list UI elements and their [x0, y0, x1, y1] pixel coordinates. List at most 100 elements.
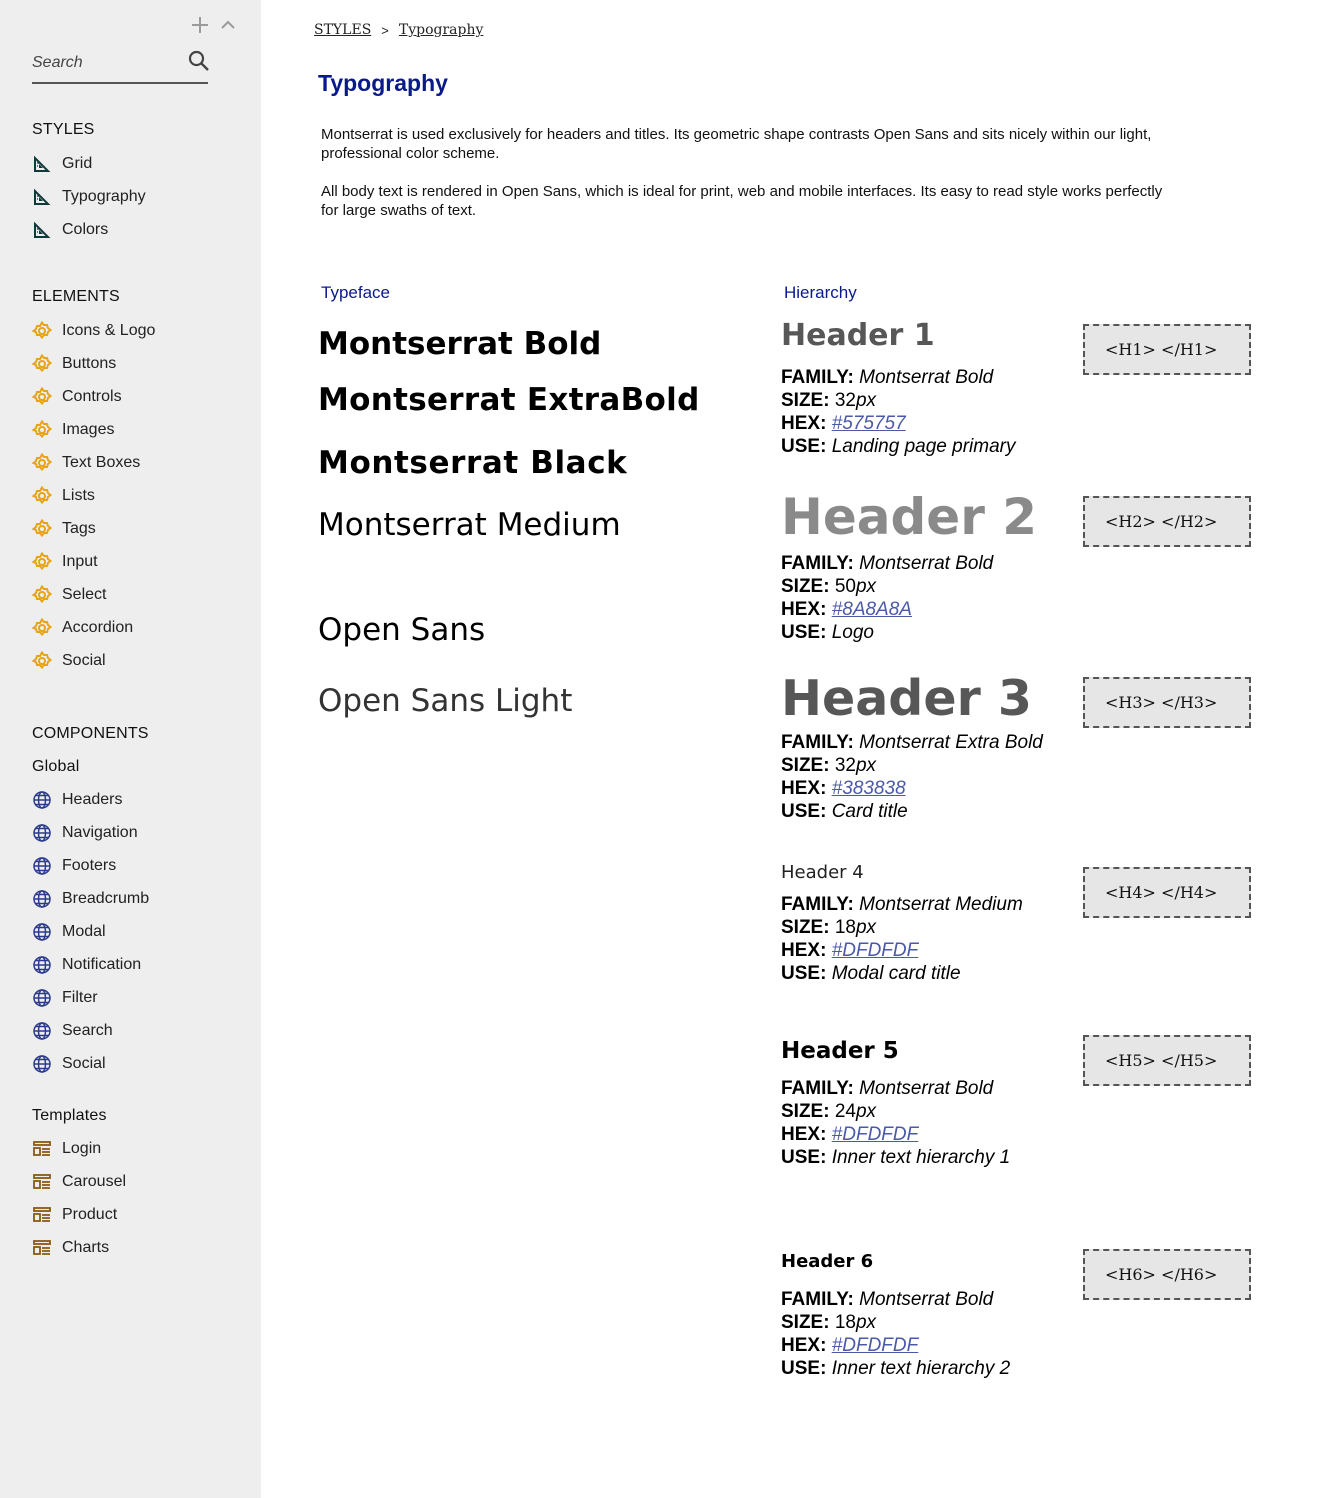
sidebar-item-style-colors[interactable]: Colors — [32, 219, 108, 241]
sidebar-item-global-footers[interactable]: Footers — [32, 855, 116, 877]
spec-size-row: SIZE: 24px — [781, 1100, 1010, 1123]
sidebar-item-global-filter[interactable]: Filter — [32, 987, 98, 1009]
spec-size-row: SIZE: 32px — [781, 389, 1015, 412]
spec-family-row: FAMILY: Montserrat Bold — [781, 1288, 1010, 1311]
globe-icon — [32, 988, 52, 1008]
spec-hex-label: HEX: — [781, 778, 827, 799]
breadcrumb: STYLES > Typography — [314, 22, 483, 38]
section-elements: ELEMENTS — [32, 288, 120, 305]
spec-size-label: SIZE: — [781, 917, 830, 938]
spec-hex-link[interactable]: #DFDFDF — [832, 1335, 919, 1356]
sidebar-item-label: Accordion — [62, 619, 134, 636]
spec-use-row: USE: Card title — [781, 800, 1043, 823]
spec-size-number: 18 — [834, 1312, 856, 1333]
sidebar-item-global-navigation[interactable]: Navigation — [32, 822, 138, 844]
sidebar-item-label: Charts — [62, 1239, 110, 1256]
spec-hex-link[interactable]: #8A8A8A — [832, 599, 912, 620]
hierarchy-header-2-spec: FAMILY: Montserrat Bold SIZE: 50px HEX: #8… — [781, 552, 993, 644]
sidebar-item-element-images[interactable]: Images — [32, 419, 114, 441]
sidebar-item-label: Social — [62, 1055, 106, 1072]
atom-icon — [32, 618, 52, 638]
globe-icon — [32, 823, 52, 843]
sidebar-item-element-lists[interactable]: Lists — [32, 485, 95, 507]
sidebar-item-element-controls[interactable]: Controls — [32, 386, 122, 408]
sidebar-item-template-product[interactable]: Product — [32, 1204, 117, 1226]
hierarchy-header-6-title: Header 6 — [781, 1251, 874, 1272]
sidebar-item-element-select[interactable]: Select — [32, 584, 106, 606]
sidebar-item-label: Headers — [62, 791, 123, 808]
spec-family-value: Montserrat Bold — [859, 553, 994, 574]
section-global: Global — [32, 758, 80, 775]
spec-use-row: USE: Landing page primary — [781, 435, 1015, 458]
globe-icon — [32, 856, 52, 876]
spec-family-row: FAMILY: Montserrat Bold — [781, 552, 993, 575]
sidebar-item-template-charts[interactable]: Charts — [32, 1237, 109, 1259]
spec-use-row: USE: Inner text hierarchy 2 — [781, 1357, 1010, 1380]
spec-hex-link[interactable]: #DFDFDF — [832, 940, 919, 961]
sidebar-item-label: Grid — [62, 155, 93, 172]
sidebar-item-element-icons-and-logo[interactable]: Icons & Logo — [32, 320, 155, 342]
spec-size-label: SIZE: — [781, 576, 830, 597]
sidebar-item-label: Carousel — [62, 1173, 127, 1190]
sidebar-item-label: Lists — [62, 487, 95, 504]
sidebar-item-template-login[interactable]: Login — [32, 1138, 101, 1160]
add-icon[interactable] — [188, 13, 212, 37]
spec-hex-link[interactable]: #383838 — [832, 778, 906, 799]
typeface-sample-open-sans-light: Open Sans Light — [318, 683, 573, 719]
sidebar-item-element-accordion[interactable]: Accordion — [32, 617, 133, 639]
sidebar-item-label: Buttons — [62, 355, 117, 372]
spec-hex-row: HEX: #DFDFDF — [781, 939, 1023, 962]
spec-family-label: FAMILY: — [781, 1078, 854, 1099]
hierarchy-header-1-title: Header 1 — [781, 318, 935, 353]
search-icon[interactable] — [188, 50, 210, 72]
spec-hex-row: HEX: #575757 — [781, 412, 1015, 435]
breadcrumb-styles-link[interactable]: STYLES — [314, 22, 371, 38]
spec-family-row: FAMILY: Montserrat Bold — [781, 1077, 1010, 1100]
spec-size-row: SIZE: 32px — [781, 754, 1043, 777]
hierarchy-header-1-spec: FAMILY: Montserrat Bold SIZE: 32px HEX: #5… — [781, 366, 1015, 458]
spec-family-label: FAMILY: — [781, 367, 854, 388]
spec-family-label: FAMILY: — [781, 894, 854, 915]
search-input[interactable] — [32, 52, 182, 74]
sidebar-item-element-text-boxes[interactable]: Text Boxes — [32, 452, 140, 474]
globe-icon — [32, 955, 52, 975]
sidebar-item-global-modal[interactable]: Modal — [32, 921, 106, 943]
breadcrumb-typography-link[interactable]: Typography — [399, 22, 484, 38]
spec-size-number: 24 — [834, 1101, 856, 1122]
spec-use-value: Card title — [831, 801, 908, 822]
intro-paragraph-montserrat: Montserrat is used exclusively for heade… — [321, 126, 1152, 162]
template-icon — [32, 1172, 52, 1192]
globe-icon — [32, 790, 52, 810]
spec-size-number: 50 — [834, 576, 856, 597]
sidebar-item-style-typography[interactable]: Typography — [32, 186, 146, 208]
search-box — [32, 46, 210, 84]
sidebar-item-element-tags[interactable]: Tags — [32, 518, 96, 540]
sidebar-item-element-input[interactable]: Input — [32, 551, 98, 573]
atom-icon — [32, 552, 52, 572]
spec-family-value: Montserrat Bold — [859, 367, 994, 388]
sidebar-item-element-buttons[interactable]: Buttons — [32, 353, 116, 375]
spec-hex-link[interactable]: #575757 — [832, 413, 906, 434]
spec-use-label: USE: — [781, 1147, 827, 1168]
sidebar-item-global-breadcrumb[interactable]: Breadcrumb — [32, 888, 149, 910]
sidebar-item-global-headers[interactable]: Headers — [32, 789, 122, 811]
sidebar-item-global-notification[interactable]: Notification — [32, 954, 141, 976]
hierarchy-heading: Hierarchy — [784, 283, 857, 302]
html-tag-box-h1: <H1> </H1> — [1083, 324, 1251, 375]
sidebar-item-element-social[interactable]: Social — [32, 650, 106, 672]
sidebar-item-template-carousel[interactable]: Carousel — [32, 1171, 126, 1193]
sidebar-item-global-search[interactable]: Search — [32, 1020, 113, 1042]
spec-family-label: FAMILY: — [781, 1289, 854, 1310]
hierarchy-header-3-spec: FAMILY: Montserrat Extra Bold SIZE: 32px H… — [781, 731, 1043, 823]
html-tag-box-h6: <H6> </H6> — [1083, 1249, 1251, 1300]
html-tag-box-h5: <H5> </H5> — [1083, 1035, 1251, 1086]
sidebar-item-style-grid[interactable]: Grid — [32, 153, 92, 175]
spec-size-number: 32 — [834, 390, 856, 411]
sidebar-item-global-social[interactable]: Social — [32, 1053, 106, 1075]
atom-icon — [32, 321, 52, 341]
spec-hex-row: HEX: #DFDFDF — [781, 1123, 1010, 1146]
spec-hex-label: HEX: — [781, 599, 827, 620]
spec-hex-link[interactable]: #DFDFDF — [832, 1124, 919, 1145]
chevron-up-icon[interactable] — [216, 13, 240, 37]
spec-hex-label: HEX: — [781, 940, 827, 961]
